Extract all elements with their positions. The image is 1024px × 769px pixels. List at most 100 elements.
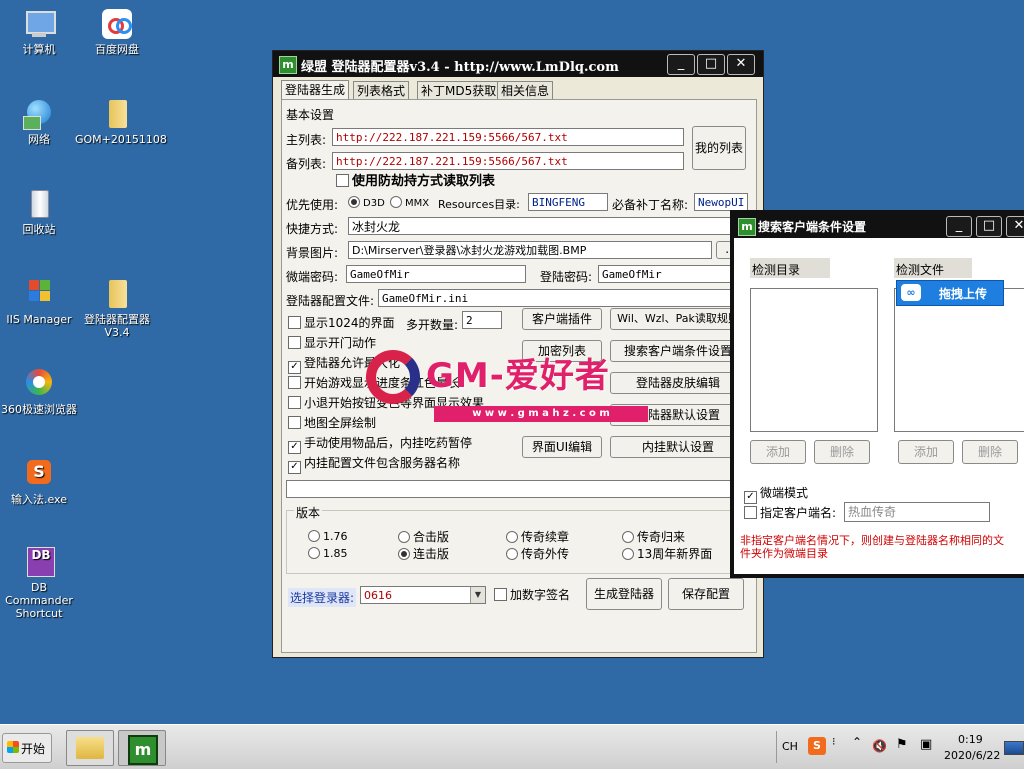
close-button[interactable]: ✕ (1006, 216, 1024, 237)
start-button[interactable]: 开始 (2, 733, 52, 763)
radio-version-waizhuan[interactable]: 传奇外传 (506, 547, 569, 561)
backup-list-input[interactable]: http://222.187.221.159:5566/567.txt (332, 152, 684, 170)
tab-patch-md5[interactable]: 补丁MD5获取 (417, 81, 501, 100)
file-add-button[interactable]: 添加 (898, 440, 954, 464)
title-bar[interactable]: m 搜索客户端条件设置 _ □ ✕ (734, 214, 1024, 238)
radio-label: 13周年新界面 (637, 547, 713, 561)
anti-hijack-checkbox[interactable]: 使用防劫持方式读取列表 (336, 174, 495, 189)
volume-muted-icon[interactable]: 🔇 (872, 739, 887, 753)
bg-image-input[interactable]: D:\Mirserver\登录器\冰封火龙游戏加载图.BMP (348, 241, 712, 259)
db-commander-icon: DB (23, 546, 55, 578)
option-pause-potion[interactable]: ✓ 手动使用物品后，内挂吃药暂停 (288, 436, 472, 454)
radio-d3d[interactable]: D3D (348, 196, 385, 211)
checkbox-box (288, 396, 301, 409)
radio-version-heji[interactable]: 合击版 (398, 530, 449, 544)
my-list-button-label: 我的列表 (694, 141, 743, 155)
tab-related-info[interactable]: 相关信息 (497, 81, 554, 100)
shortcut-input[interactable]: 冰封火龙 (348, 217, 748, 235)
tab-login-generate[interactable]: 登陆器生成 (281, 80, 350, 101)
radio-version-xuzhang[interactable]: 传奇续章 (506, 530, 569, 544)
specify-client-checkbox[interactable]: 指定客户端名: (744, 506, 836, 520)
desktop-icon-ime[interactable]: S 输入法.exe (0, 458, 81, 506)
desktop-icon-baidu[interactable]: 百度网盘 (75, 8, 159, 56)
radio-version-lianji[interactable]: 连击版 (398, 547, 449, 561)
radio-dot (506, 548, 518, 560)
save-config-button[interactable]: 保存配置 (668, 578, 744, 610)
digital-sign-checkbox[interactable]: 加数字签名 (494, 588, 570, 602)
show-desktop-button[interactable] (1004, 741, 1024, 755)
login-pwd-input[interactable]: GameOfMir (598, 265, 748, 283)
generate-button[interactable]: 生成登陆器 (586, 578, 662, 610)
taskbar-configurator[interactable]: m (118, 730, 166, 766)
desktop-icon-network[interactable]: 网络 (0, 98, 81, 146)
radio-dot (622, 548, 634, 560)
warning-text-line2: 件夹作为微端目录 (740, 547, 828, 560)
desktop-icon-iis[interactable]: IIS Manager (0, 278, 81, 326)
baidu-cloud-icon (101, 8, 133, 40)
option-1024-ui[interactable]: 显示1024的界面 (288, 316, 395, 330)
ime-options-icon[interactable]: ⁝ (832, 735, 836, 748)
close-button[interactable]: ✕ (727, 54, 755, 75)
browser-360-icon (23, 368, 55, 400)
option-plugin-server-name[interactable]: ✓ 内挂配置文件包含服务器名称 (288, 456, 460, 474)
option-map-fullscreen[interactable]: 地图全屏绘制 (288, 416, 376, 430)
radio-label: 连击版 (413, 547, 450, 561)
network-icon[interactable]: ▣ (920, 737, 932, 752)
option-door-anim[interactable]: 显示开门动作 (288, 336, 376, 350)
radio-mmx[interactable]: MMX (390, 196, 429, 211)
watermark-logo: GM-爱好者 w w w . g m a h z . c o m (366, 348, 656, 428)
plugin-default-button[interactable]: 内挂默认设置 (610, 436, 746, 458)
maximize-button[interactable]: □ (697, 54, 725, 75)
title-bar[interactable]: m 绿盟 登陆器配置器v3.4 - http://www.LmDlq.com _… (273, 51, 763, 77)
checkbox-box (744, 506, 757, 519)
micro-pwd-input[interactable]: GameOfMir (346, 265, 526, 283)
maximize-button[interactable]: □ (976, 216, 1002, 237)
main-list-input[interactable]: http://222.187.221.159:5566/567.txt (332, 128, 684, 146)
desktop-icon-360-browser[interactable]: 360极速浏览器 (0, 368, 81, 416)
language-indicator[interactable]: CH (782, 740, 798, 753)
desktop-icon-db-commander[interactable]: DB DB Commander Shortcut (0, 546, 81, 620)
wil-read-rules-button[interactable]: Wil、Wzl、Pak读取规则 (610, 308, 746, 330)
radio-version-176[interactable]: 1.76 (308, 530, 348, 544)
button-label: 生成登陆器 (593, 587, 654, 601)
desktop-icon-label: 网络 (28, 133, 50, 146)
client-plugin-button[interactable]: 客户端插件 (522, 308, 602, 330)
detect-file-list[interactable] (894, 288, 1024, 432)
micro-mode-checkbox[interactable]: ✓ 微端模式 (744, 486, 808, 504)
chevron-up-icon[interactable]: ⌃ (852, 735, 862, 749)
section-basic-settings: 基本设置 (286, 108, 335, 122)
multi-open-input[interactable]: 2 (462, 311, 502, 329)
minimize-button[interactable]: _ (667, 54, 695, 75)
select-login-dropdown[interactable]: 0616 ▼ (360, 586, 486, 604)
config-file-input[interactable]: GameOfMir.ini (378, 289, 748, 307)
dir-delete-button[interactable]: 删除 (814, 440, 870, 464)
client-name-input[interactable]: 热血传奇 (844, 502, 990, 522)
radio-version-13th[interactable]: 13周年新界面 (622, 547, 712, 561)
ui-edit-button[interactable]: 界面UI编辑 (522, 436, 602, 458)
desktop-icon-recycle-bin[interactable]: 回收站 (0, 188, 81, 236)
window-title: 搜索客户端条件设置 (758, 220, 867, 234)
flag-icon[interactable]: ⚑ (896, 737, 908, 752)
watermark-url: w w w . g m a h z . c o m (434, 406, 648, 422)
minimize-button[interactable]: _ (946, 216, 972, 237)
detect-file-label: 检测文件 (896, 263, 945, 277)
desktop-icon-computer[interactable]: 计算机 (0, 8, 81, 56)
chevron-down-icon[interactable]: ▼ (470, 587, 485, 603)
desktop-icon-configurator[interactable]: 登陆器配置器 V3.4 (75, 278, 159, 339)
tab-list-format[interactable]: 列表格式 (353, 81, 410, 100)
required-patch-input[interactable]: NewopUI (694, 193, 748, 211)
desktop-icon-gom-folder[interactable]: GOM+20151108 (75, 98, 167, 146)
button-label: Wil、Wzl、Pak读取规则 (617, 312, 739, 325)
file-delete-button[interactable]: 删除 (962, 440, 1018, 464)
desktop-icon-label: IIS Manager (6, 313, 72, 326)
radio-version-guilai[interactable]: 传奇归来 (622, 530, 685, 544)
resources-input[interactable]: BINGFENG (528, 193, 608, 211)
taskbar-explorer[interactable] (66, 730, 114, 766)
my-list-button[interactable]: 我的列表 (692, 126, 746, 170)
sogou-tray-icon[interactable]: S (808, 737, 826, 755)
detect-dir-list[interactable] (750, 288, 878, 432)
radio-version-185[interactable]: 1.85 (308, 547, 348, 561)
window-title: 绿盟 登陆器配置器v3.4 - http://www.LmDlq.com (301, 60, 619, 75)
dir-add-button[interactable]: 添加 (750, 440, 806, 464)
drag-upload-button[interactable]: ∞ 拖拽上传 (896, 280, 1004, 306)
